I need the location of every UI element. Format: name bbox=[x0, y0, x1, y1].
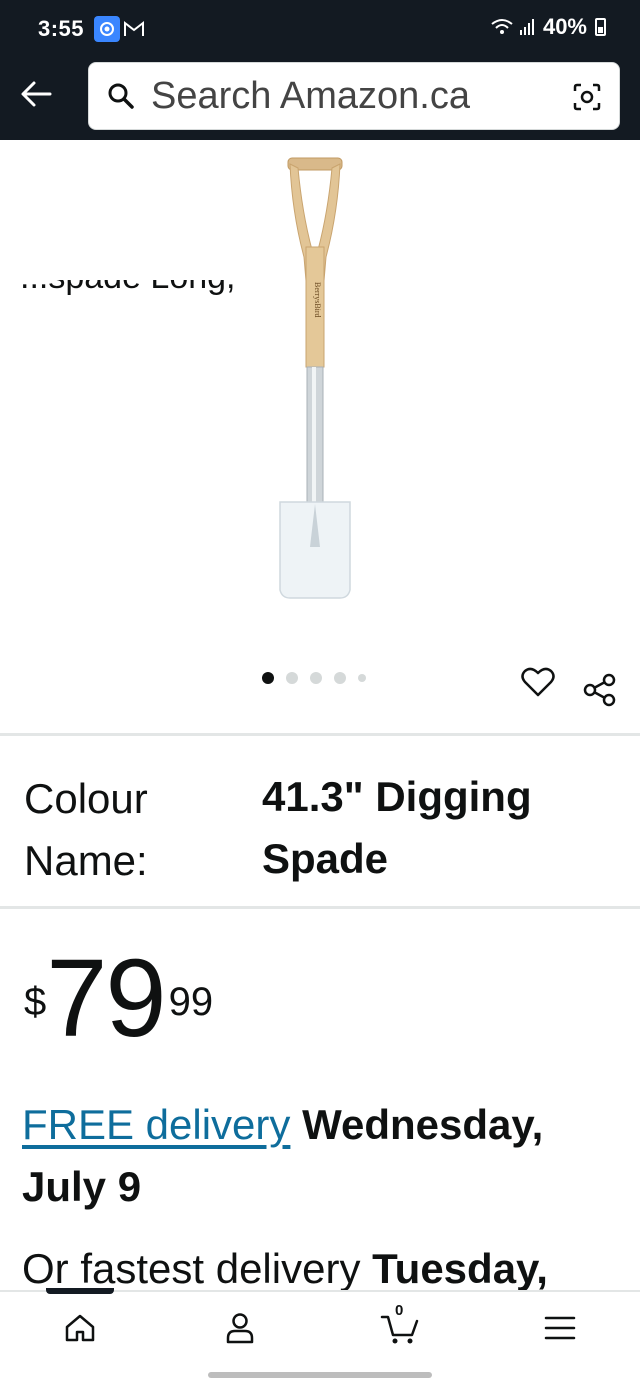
cart-count-badge: 0 bbox=[395, 1302, 404, 1319]
nav-menu[interactable] bbox=[538, 1306, 582, 1350]
search-input[interactable] bbox=[147, 74, 547, 118]
back-button[interactable] bbox=[16, 74, 56, 114]
carousel-dot[interactable] bbox=[334, 672, 346, 684]
fastest-delivery-info: Or fastest delivery Tuesday, bbox=[22, 1238, 640, 1290]
nav-account[interactable] bbox=[218, 1306, 262, 1350]
share-button[interactable] bbox=[580, 670, 620, 710]
battery-percent: 40% bbox=[542, 14, 587, 39]
camera-lens-icon[interactable] bbox=[569, 79, 605, 115]
fastest-delivery-prefix: Or fastest delivery bbox=[22, 1245, 361, 1290]
search-bar[interactable] bbox=[88, 62, 620, 130]
battery-icon bbox=[595, 18, 606, 36]
product-image-area[interactable]: BerrysBird ...spade Long, bbox=[0, 140, 640, 640]
fastest-delivery-date: Tuesday, bbox=[372, 1245, 548, 1290]
carousel-dot[interactable] bbox=[310, 672, 322, 684]
free-delivery-link[interactable]: FREE delivery bbox=[22, 1101, 290, 1148]
system-home-indicator[interactable] bbox=[208, 1372, 432, 1378]
product-title-peek: ...spade Long, bbox=[20, 258, 236, 296]
price-fraction: 99 bbox=[168, 980, 214, 1024]
status-right: 40% bbox=[491, 14, 606, 40]
notification-app-icon bbox=[94, 16, 120, 42]
carousel-dot[interactable] bbox=[262, 672, 274, 684]
heart-icon bbox=[521, 667, 555, 697]
price-symbol: $ bbox=[24, 980, 47, 1024]
colour-name-value: 41.3" Digging Spade bbox=[262, 773, 532, 882]
divider bbox=[0, 733, 640, 736]
wifi-icon bbox=[491, 19, 513, 34]
nav-cart[interactable]: 0 bbox=[378, 1302, 422, 1350]
gmail-icon bbox=[121, 16, 147, 42]
person-icon bbox=[226, 1313, 254, 1344]
image-carousel-dots[interactable] bbox=[262, 672, 366, 684]
active-tab-indicator bbox=[46, 1288, 114, 1294]
product-price: $ 79 99 bbox=[24, 944, 213, 1054]
home-icon bbox=[65, 1314, 95, 1342]
wishlist-button[interactable] bbox=[518, 662, 558, 702]
delivery-info: FREE delivery Wednesday, July 9 bbox=[22, 1094, 622, 1218]
top-bar: 3:55 40% bbox=[0, 0, 640, 140]
carousel-dot[interactable] bbox=[286, 672, 298, 684]
status-time: 3:55 bbox=[38, 16, 85, 41]
product-image: BerrysBird bbox=[279, 157, 351, 599]
share-icon bbox=[583, 673, 616, 707]
colour-name-label: Colour Name: bbox=[24, 775, 148, 884]
nav-home[interactable] bbox=[58, 1306, 102, 1350]
search-icon bbox=[107, 82, 147, 110]
price-whole: 79 bbox=[46, 937, 166, 1060]
carousel-dot[interactable] bbox=[358, 674, 366, 682]
status-bar: 3:55 40% bbox=[0, 0, 640, 60]
back-arrow-icon bbox=[21, 81, 52, 107]
svg-text:BerrysBird: BerrysBird bbox=[313, 282, 322, 318]
signal-icon bbox=[519, 19, 534, 35]
divider bbox=[0, 906, 640, 909]
bottom-navigation: 0 bbox=[0, 1288, 640, 1364]
hamburger-menu-icon bbox=[544, 1316, 576, 1340]
